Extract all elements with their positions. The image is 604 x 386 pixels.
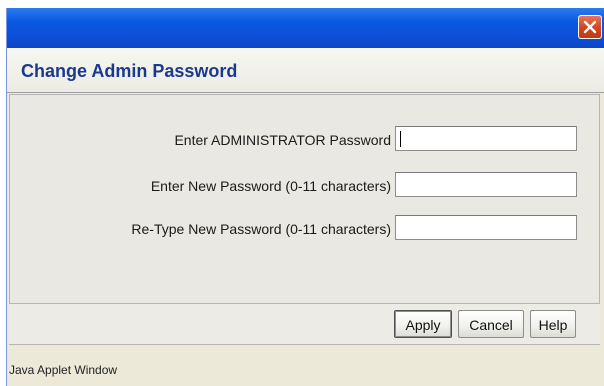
dialog-header: Change Admin Password (7, 48, 604, 93)
retype-password-label: Re-Type New Password (0-11 characters) (131, 221, 391, 237)
apply-button[interactable]: Apply (394, 310, 452, 338)
retype-password-field[interactable] (395, 215, 577, 240)
title-bar[interactable] (7, 8, 604, 48)
new-password-row: Enter New Password (0-11 characters) (10, 172, 599, 200)
new-password-field[interactable] (395, 172, 577, 197)
close-button[interactable] (578, 15, 602, 39)
status-bar: Java Applet Window (7, 347, 604, 386)
button-bar: Apply Cancel Help (9, 304, 600, 345)
retype-password-row: Re-Type New Password (0-11 characters) (10, 215, 599, 243)
new-password-label: Enter New Password (0-11 characters) (150, 178, 391, 194)
admin-password-label: Enter ADMINISTRATOR Password (174, 132, 391, 148)
status-text: Java Applet Window (9, 363, 118, 377)
dialog-window: Change Admin Password Enter ADMINISTRATO… (6, 8, 604, 386)
help-button[interactable]: Help (530, 310, 576, 338)
cancel-button[interactable]: Cancel (458, 310, 524, 338)
admin-password-row: Enter ADMINISTRATOR Password (10, 126, 599, 154)
text-caret (400, 131, 401, 147)
admin-password-field[interactable] (395, 126, 577, 151)
dialog-title: Change Admin Password (21, 61, 238, 81)
form-panel: Enter ADMINISTRATOR Password Enter New P… (9, 94, 600, 304)
close-icon (583, 20, 597, 34)
